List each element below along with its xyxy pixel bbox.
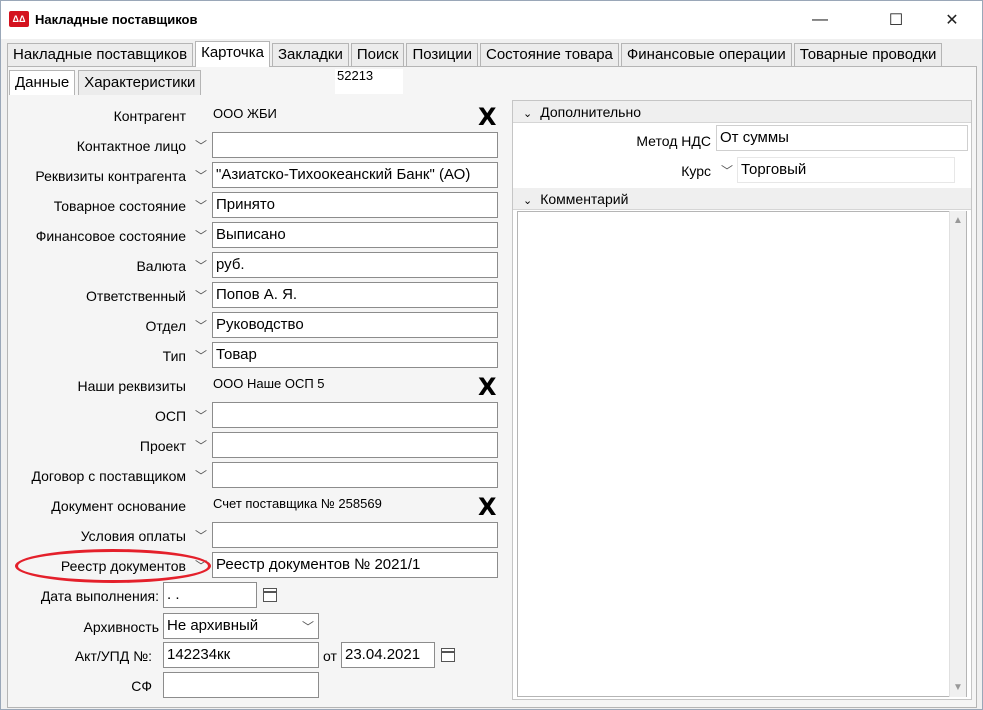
label-nds: Метод НДС — [636, 133, 711, 149]
fin-sost-field[interactable]: Выписано — [212, 222, 498, 248]
app-window: ΔΔ Накладные поставщиков — ☐ ✕ Накладные… — [0, 0, 983, 710]
clear-doc-osnovanie-icon[interactable]: X — [478, 493, 497, 521]
tab-kartochka[interactable]: Карточка — [195, 41, 270, 67]
maximize-button[interactable]: ☐ — [873, 1, 919, 39]
proekt-field[interactable] — [212, 432, 498, 458]
tab-pozitsii[interactable]: Позиции — [406, 43, 478, 67]
arkhivnost-select[interactable]: Не архивный — [163, 613, 319, 639]
app-logo-icon: ΔΔ — [9, 11, 29, 27]
label-kontragent: Контрагент — [113, 108, 186, 124]
tab-tovarnye-provodki[interactable]: Товарные проводки — [793, 43, 943, 67]
subtab-kharakteristiki[interactable]: Характеристики — [78, 70, 202, 95]
tab-nakladnye[interactable]: Накладные поставщиков — [7, 43, 194, 67]
label-kontakt: Контактное лицо — [76, 138, 186, 154]
tab-poisk[interactable]: Поиск — [350, 43, 405, 67]
window-title: Накладные поставщиков — [35, 12, 198, 27]
label-valuta: Валюта — [136, 258, 186, 274]
calendar-icon[interactable] — [441, 648, 455, 662]
kurs-field[interactable]: Торговый — [737, 157, 955, 183]
usloviya-field[interactable] — [212, 522, 498, 548]
label-ot: от — [323, 648, 337, 664]
label-usloviya: Условия оплаты — [80, 528, 186, 544]
akt-number-field[interactable]: 142234кк — [163, 642, 319, 668]
section-dopolnitelno-title: Дополнительно — [540, 104, 641, 120]
chevron-down-icon[interactable]: ﹀ — [192, 523, 210, 547]
value-nashi-rekvizity[interactable]: ООО Наше ОСП 5 — [213, 376, 325, 391]
subtab-dannye[interactable]: Данные — [9, 70, 76, 95]
label-tip: Тип — [162, 348, 186, 364]
section-kommentariy[interactable]: ⌄ Комментарий — [513, 188, 971, 210]
otdel-field[interactable]: Руководство — [212, 312, 498, 338]
document-number: 52213 — [335, 69, 403, 94]
label-osp: ОСП — [154, 408, 186, 424]
label-otdel: Отдел — [145, 318, 187, 334]
main-tabs: Накладные поставщиков Карточка Закладки … — [7, 41, 944, 67]
section-kommentariy-title: Комментарий — [540, 191, 629, 207]
title-bar: ΔΔ Накладные поставщиков — ☐ ✕ — [1, 1, 982, 39]
chevron-down-icon[interactable]: ﹀ — [192, 133, 210, 157]
label-arkhivnost: Архивность — [83, 619, 159, 635]
comment-textarea[interactable] — [517, 211, 967, 697]
data-vypolneniya-field[interactable]: . . — [163, 582, 257, 608]
label-data-vypolneniya: Дата выполнения: — [40, 588, 159, 604]
chevron-down-icon[interactable]: ﹀ — [192, 223, 210, 247]
kontakt-field[interactable] — [212, 132, 498, 158]
comment-scrollbar[interactable]: ▲ ▼ — [949, 211, 966, 697]
tab-finansovye-operatsii[interactable]: Финансовые операции — [620, 43, 792, 67]
label-otvetstvenny: Ответственный — [86, 288, 186, 304]
dogovor-field[interactable] — [212, 462, 498, 488]
label-doc-osnovanie: Документ основание — [51, 498, 186, 514]
value-doc-osnovanie[interactable]: Счет поставщика № 258569 — [213, 496, 382, 511]
chevron-down-icon[interactable]: ﹀ — [192, 283, 210, 307]
rekvizity-kontragenta-field[interactable]: "Азиатско-Тихоокеанский Банк" (АО) — [212, 162, 498, 188]
chevron-down-icon[interactable]: ﹀ — [192, 163, 210, 187]
clear-nashi-rekvizity-icon[interactable]: X — [478, 373, 497, 401]
tovar-sost-field[interactable]: Принято — [212, 192, 498, 218]
label-dogovor: Договор с поставщиком — [31, 468, 186, 484]
otvetstvenny-field[interactable]: Попов А. Я. — [212, 282, 498, 308]
chevron-down-icon[interactable]: ﹀ — [192, 403, 210, 427]
calendar-icon[interactable] — [263, 588, 277, 602]
sub-tabs: Данные Характеристики — [9, 70, 204, 95]
collapse-icon[interactable]: ⌄ — [523, 195, 532, 207]
sf-field[interactable] — [163, 672, 319, 698]
akt-date-field[interactable]: 23.04.2021 — [341, 642, 435, 668]
value-kontragent[interactable]: ООО ЖБИ — [213, 106, 277, 121]
label-tovar-sost: Товарное состояние — [53, 198, 186, 214]
label-rekvizity-kontragenta: Реквизиты контрагента — [35, 168, 186, 184]
chevron-down-icon[interactable]: ﹀ — [192, 193, 210, 217]
chevron-down-icon[interactable]: ﹀ — [718, 158, 736, 182]
label-sf: СФ — [131, 678, 152, 694]
nds-field[interactable]: От суммы — [716, 125, 968, 151]
reestr-field[interactable]: Реестр документов № 2021/1 — [212, 552, 498, 578]
chevron-down-icon[interactable]: ﹀ — [299, 614, 317, 638]
tab-zakladki[interactable]: Закладки — [271, 43, 349, 67]
close-button[interactable]: ✕ — [929, 1, 975, 39]
tip-field[interactable]: Товар — [212, 342, 498, 368]
chevron-down-icon[interactable]: ﹀ — [192, 313, 210, 337]
collapse-icon[interactable]: ⌄ — [523, 108, 532, 120]
label-proekt: Проект — [139, 438, 186, 454]
label-fin-sost: Финансовое состояние — [35, 228, 186, 244]
minimize-button[interactable]: — — [797, 1, 843, 39]
chevron-down-icon[interactable]: ﹀ — [192, 343, 210, 367]
osp-field[interactable] — [212, 402, 498, 428]
highlight-annotation — [15, 549, 211, 583]
label-akt: Акт/УПД №: — [74, 648, 152, 664]
chevron-down-icon[interactable]: ﹀ — [192, 253, 210, 277]
section-dopolnitelno[interactable]: ⌄ Дополнительно — [513, 101, 971, 123]
valuta-field[interactable]: руб. — [212, 252, 498, 278]
tab-sostoyanie-tovara[interactable]: Состояние товара — [480, 43, 619, 67]
label-kurs: Курс — [681, 163, 711, 179]
chevron-down-icon[interactable]: ﹀ — [192, 433, 210, 457]
right-panel: ⌄ Дополнительно Метод НДС От суммы Курс ﹀… — [512, 100, 972, 700]
chevron-down-icon[interactable]: ﹀ — [192, 463, 210, 487]
label-nashi-rekvizity: Наши реквизиты — [77, 378, 186, 394]
clear-kontragent-icon[interactable]: X — [478, 103, 497, 131]
